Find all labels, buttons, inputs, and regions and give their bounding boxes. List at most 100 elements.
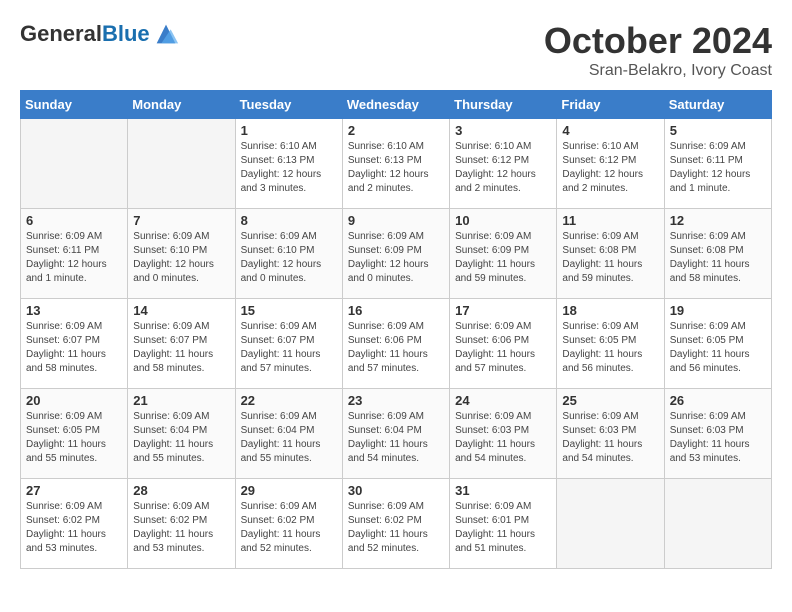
- calendar-cell: [557, 479, 664, 569]
- calendar-cell: 31 Sunrise: 6:09 AM Sunset: 6:01 PM Dayli…: [450, 479, 557, 569]
- day-number: 8: [241, 213, 337, 228]
- day-number: 3: [455, 123, 551, 138]
- calendar-cell: 6 Sunrise: 6:09 AM Sunset: 6:11 PM Daylig…: [21, 209, 128, 299]
- day-info: Sunrise: 6:09 AM Sunset: 6:07 PM Dayligh…: [241, 320, 337, 376]
- day-info: Sunrise: 6:09 AM Sunset: 6:03 PM Dayligh…: [670, 410, 766, 466]
- day-info: Sunrise: 6:09 AM Sunset: 6:02 PM Dayligh…: [133, 500, 229, 556]
- day-number: 2: [348, 123, 444, 138]
- day-number: 29: [241, 483, 337, 498]
- day-info: Sunrise: 6:09 AM Sunset: 6:03 PM Dayligh…: [562, 410, 658, 466]
- logo-blue: Blue: [102, 21, 150, 46]
- week-row-4: 20Sunrise: 6:09 AM Sunset: 6:05 PM Dayli…: [21, 389, 772, 479]
- header-monday: Monday: [128, 91, 235, 119]
- logo-icon: [152, 20, 180, 48]
- calendar-cell: 8 Sunrise: 6:09 AM Sunset: 6:10 PM Daylig…: [235, 209, 342, 299]
- calendar-cell: 11 Sunrise: 6:09 AM Sunset: 6:08 PM Dayli…: [557, 209, 664, 299]
- day-info: Sunrise: 6:09 AM Sunset: 6:10 PM Dayligh…: [133, 230, 229, 286]
- day-number: 30: [348, 483, 444, 498]
- day-info: Sunrise: 6:10 AM Sunset: 6:13 PM Dayligh…: [348, 140, 444, 196]
- week-row-3: 13 Sunrise: 6:09 AM Sunset: 6:07 PM Dayli…: [21, 299, 772, 389]
- calendar-cell: 3 Sunrise: 6:10 AM Sunset: 6:12 PM Daylig…: [450, 119, 557, 209]
- calendar-cell: 30 Sunrise: 6:09 AM Sunset: 6:02 PM Dayli…: [342, 479, 449, 569]
- day-number: 15: [241, 303, 337, 318]
- day-number: 7: [133, 213, 229, 228]
- calendar-cell: 14Sunrise: 6:09 AM Sunset: 6:07 PM Dayli…: [128, 299, 235, 389]
- day-number: 4: [562, 123, 658, 138]
- calendar-header-row: SundayMondayTuesdayWednesdayThursdayFrid…: [21, 91, 772, 119]
- day-number: 11: [562, 213, 658, 228]
- day-info: Sunrise: 6:09 AM Sunset: 6:06 PM Dayligh…: [348, 320, 444, 376]
- month-title: October 2024: [544, 20, 772, 62]
- page-header: GeneralBlue October 2024 Sran-Belakro, I…: [20, 20, 772, 80]
- day-info: Sunrise: 6:09 AM Sunset: 6:04 PM Dayligh…: [133, 410, 229, 466]
- day-info: Sunrise: 6:09 AM Sunset: 6:09 PM Dayligh…: [455, 230, 551, 286]
- day-number: 28: [133, 483, 229, 498]
- day-number: 13: [26, 303, 122, 318]
- day-number: 26: [670, 393, 766, 408]
- day-number: 21: [133, 393, 229, 408]
- week-row-2: 6 Sunrise: 6:09 AM Sunset: 6:11 PM Daylig…: [21, 209, 772, 299]
- calendar-cell: 22 Sunrise: 6:09 AM Sunset: 6:04 PM Dayli…: [235, 389, 342, 479]
- header-friday: Friday: [557, 91, 664, 119]
- day-info: Sunrise: 6:09 AM Sunset: 6:11 PM Dayligh…: [26, 230, 122, 286]
- calendar-cell: 9Sunrise: 6:09 AM Sunset: 6:09 PM Daylig…: [342, 209, 449, 299]
- day-info: Sunrise: 6:09 AM Sunset: 6:07 PM Dayligh…: [26, 320, 122, 376]
- week-row-1: 1 Sunrise: 6:10 AM Sunset: 6:13 PM Daylig…: [21, 119, 772, 209]
- calendar-cell: 15 Sunrise: 6:09 AM Sunset: 6:07 PM Dayli…: [235, 299, 342, 389]
- calendar-cell: 27 Sunrise: 6:09 AM Sunset: 6:02 PM Dayli…: [21, 479, 128, 569]
- day-number: 6: [26, 213, 122, 228]
- logo-general: General: [20, 21, 102, 46]
- day-number: 25: [562, 393, 658, 408]
- calendar-cell: 5 Sunrise: 6:09 AM Sunset: 6:11 PM Daylig…: [664, 119, 771, 209]
- day-info: Sunrise: 6:09 AM Sunset: 6:02 PM Dayligh…: [26, 500, 122, 556]
- day-info: Sunrise: 6:09 AM Sunset: 6:10 PM Dayligh…: [241, 230, 337, 286]
- day-number: 10: [455, 213, 551, 228]
- title-block: October 2024 Sran-Belakro, Ivory Coast: [544, 20, 772, 80]
- calendar-table: SundayMondayTuesdayWednesdayThursdayFrid…: [20, 90, 772, 569]
- calendar-cell: 19Sunrise: 6:09 AM Sunset: 6:05 PM Dayli…: [664, 299, 771, 389]
- day-info: Sunrise: 6:09 AM Sunset: 6:02 PM Dayligh…: [348, 500, 444, 556]
- day-info: Sunrise: 6:09 AM Sunset: 6:11 PM Dayligh…: [670, 140, 766, 196]
- day-info: Sunrise: 6:09 AM Sunset: 6:09 PM Dayligh…: [348, 230, 444, 286]
- day-info: Sunrise: 6:09 AM Sunset: 6:04 PM Dayligh…: [348, 410, 444, 466]
- calendar-cell: 25 Sunrise: 6:09 AM Sunset: 6:03 PM Dayli…: [557, 389, 664, 479]
- calendar-cell: 7 Sunrise: 6:09 AM Sunset: 6:10 PM Daylig…: [128, 209, 235, 299]
- day-number: 1: [241, 123, 337, 138]
- day-number: 18: [562, 303, 658, 318]
- logo: GeneralBlue: [20, 20, 180, 48]
- calendar-cell: 13 Sunrise: 6:09 AM Sunset: 6:07 PM Dayli…: [21, 299, 128, 389]
- day-number: 27: [26, 483, 122, 498]
- day-info: Sunrise: 6:10 AM Sunset: 6:13 PM Dayligh…: [241, 140, 337, 196]
- day-number: 23: [348, 393, 444, 408]
- calendar-cell: 2 Sunrise: 6:10 AM Sunset: 6:13 PM Daylig…: [342, 119, 449, 209]
- header-wednesday: Wednesday: [342, 91, 449, 119]
- day-info: Sunrise: 6:09 AM Sunset: 6:05 PM Dayligh…: [562, 320, 658, 376]
- calendar-cell: [128, 119, 235, 209]
- day-info: Sunrise: 6:09 AM Sunset: 6:05 PM Dayligh…: [670, 320, 766, 376]
- calendar-cell: 18 Sunrise: 6:09 AM Sunset: 6:05 PM Dayli…: [557, 299, 664, 389]
- day-info: Sunrise: 6:09 AM Sunset: 6:05 PM Dayligh…: [26, 410, 122, 466]
- day-number: 24: [455, 393, 551, 408]
- calendar-cell: 4 Sunrise: 6:10 AM Sunset: 6:12 PM Daylig…: [557, 119, 664, 209]
- header-sunday: Sunday: [21, 91, 128, 119]
- calendar-cell: 10 Sunrise: 6:09 AM Sunset: 6:09 PM Dayli…: [450, 209, 557, 299]
- day-info: Sunrise: 6:09 AM Sunset: 6:01 PM Dayligh…: [455, 500, 551, 556]
- day-info: Sunrise: 6:09 AM Sunset: 6:04 PM Dayligh…: [241, 410, 337, 466]
- calendar-cell: 23 Sunrise: 6:09 AM Sunset: 6:04 PM Dayli…: [342, 389, 449, 479]
- day-number: 31: [455, 483, 551, 498]
- day-info: Sunrise: 6:09 AM Sunset: 6:08 PM Dayligh…: [562, 230, 658, 286]
- day-info: Sunrise: 6:10 AM Sunset: 6:12 PM Dayligh…: [562, 140, 658, 196]
- day-number: 12: [670, 213, 766, 228]
- day-number: 5: [670, 123, 766, 138]
- day-info: Sunrise: 6:10 AM Sunset: 6:12 PM Dayligh…: [455, 140, 551, 196]
- header-tuesday: Tuesday: [235, 91, 342, 119]
- calendar-cell: 20Sunrise: 6:09 AM Sunset: 6:05 PM Dayli…: [21, 389, 128, 479]
- calendar-cell: 26 Sunrise: 6:09 AM Sunset: 6:03 PM Dayli…: [664, 389, 771, 479]
- location-subtitle: Sran-Belakro, Ivory Coast: [544, 62, 772, 80]
- header-saturday: Saturday: [664, 91, 771, 119]
- day-number: 17: [455, 303, 551, 318]
- day-info: Sunrise: 6:09 AM Sunset: 6:02 PM Dayligh…: [241, 500, 337, 556]
- day-number: 14: [133, 303, 229, 318]
- day-number: 22: [241, 393, 337, 408]
- calendar-cell: 24Sunrise: 6:09 AM Sunset: 6:03 PM Dayli…: [450, 389, 557, 479]
